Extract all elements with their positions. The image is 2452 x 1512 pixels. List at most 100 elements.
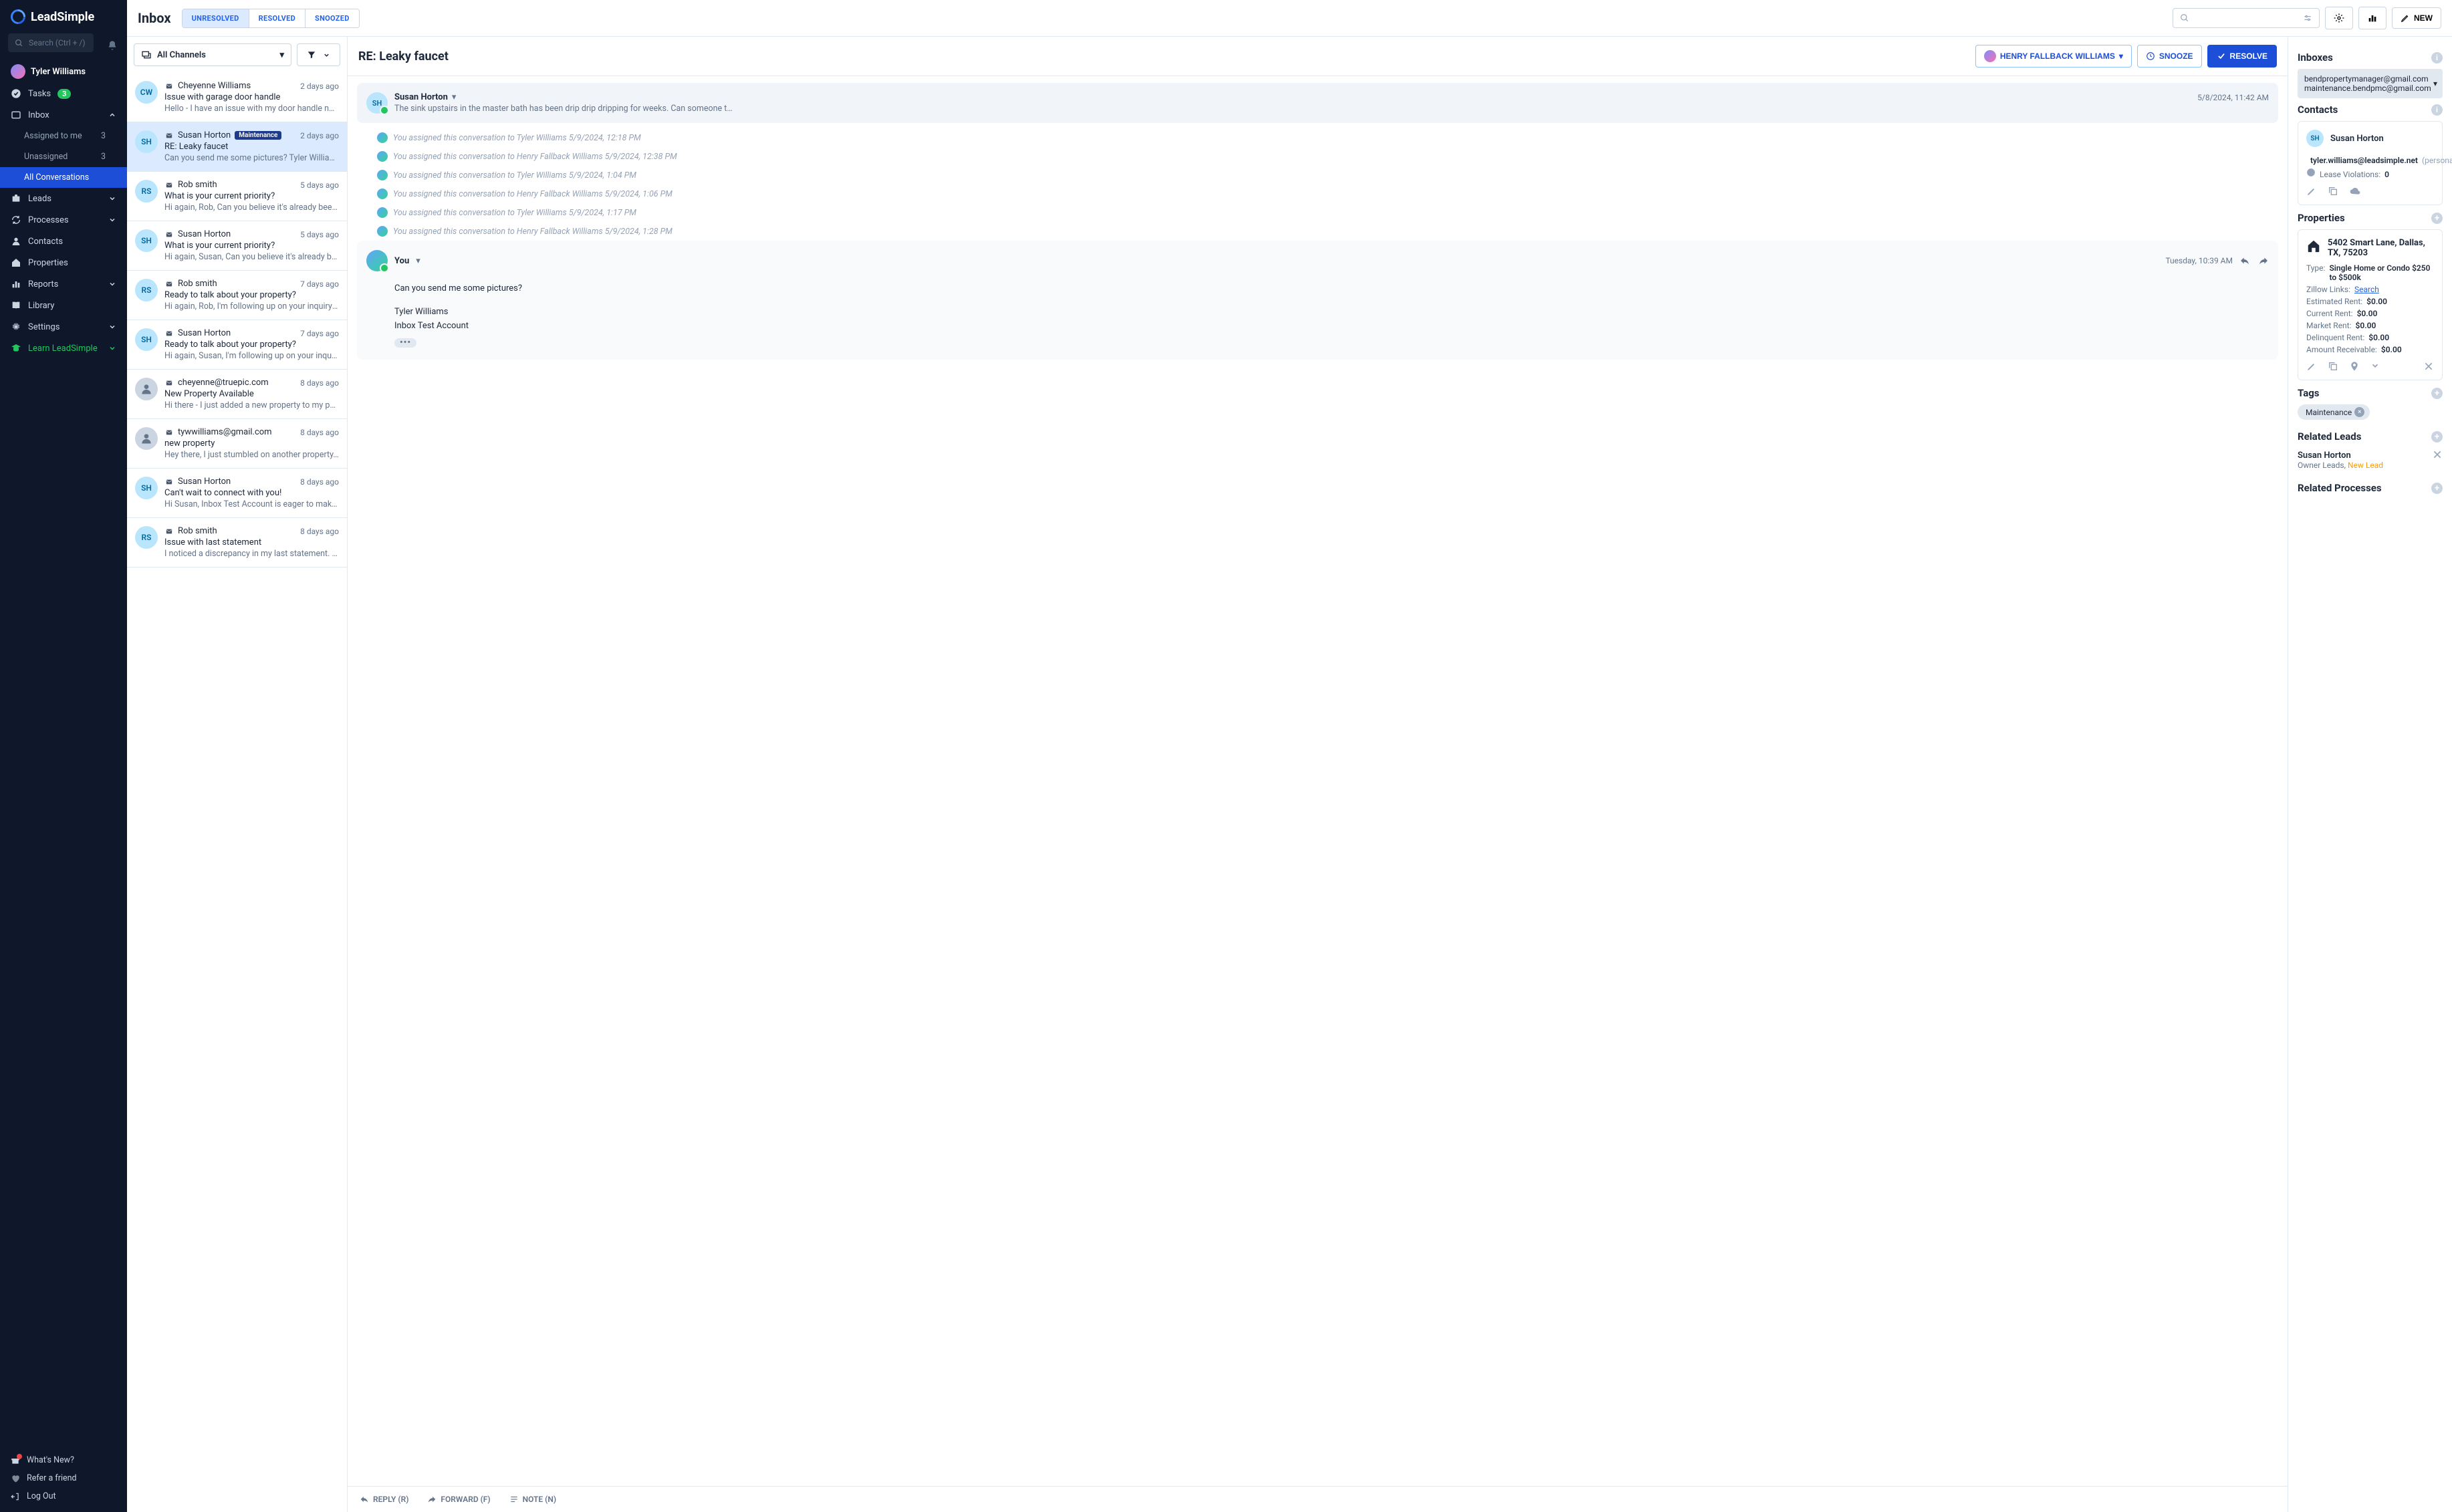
cloud-icon[interactable] <box>2349 186 2361 197</box>
close-icon[interactable] <box>2423 361 2434 372</box>
conversation-time: 5 days ago <box>300 230 339 239</box>
nav-settings[interactable]: Settings <box>0 316 127 338</box>
nav-whats-new[interactable]: What's New? <box>0 1451 127 1469</box>
info-icon[interactable]: i <box>2431 104 2443 116</box>
add-tag-button[interactable]: + <box>2431 388 2443 399</box>
remove-tag-button[interactable]: × <box>2354 407 2364 417</box>
top-search[interactable] <box>2173 8 2320 28</box>
assignee-button[interactable]: HENRY FALLBACK WILLIAMS ▾ <box>1975 45 2132 68</box>
nav-reports[interactable]: Reports <box>0 273 127 295</box>
audit-entry: You assigned this conversation to Henry … <box>357 222 2278 241</box>
reply-icon <box>360 1495 369 1504</box>
conversation-item[interactable]: CW Cheyenne Williams 2 days ago Issue wi… <box>127 73 347 122</box>
nav-processes[interactable]: Processes <box>0 209 127 231</box>
home-icon <box>11 257 21 268</box>
nav-contacts[interactable]: Contacts <box>0 231 127 252</box>
related-lead[interactable]: Susan Horton Owner Leads, New Lead <box>2298 448 2443 477</box>
analytics-button[interactable] <box>2358 7 2386 29</box>
sender-avatar <box>366 250 388 271</box>
expand-quote-button[interactable]: ••• <box>394 338 416 348</box>
nav-learn[interactable]: Learn LeadSimple <box>0 338 127 359</box>
caret-down-icon[interactable]: ▾ <box>416 256 420 266</box>
nav-all-conversations[interactable]: All Conversations <box>0 167 127 188</box>
zillow-search-link[interactable]: Search <box>2354 285 2379 294</box>
audit-entry: You assigned this conversation to Tyler … <box>357 128 2278 147</box>
conversation-preview: Hello - I have an issue with my door han… <box>164 104 339 114</box>
copy-icon[interactable] <box>2328 361 2338 372</box>
forward-icon[interactable] <box>2258 255 2269 266</box>
conversation-item[interactable]: SH Susan Horton 5 days ago What is your … <box>127 221 347 271</box>
edit-icon[interactable] <box>2306 361 2317 372</box>
chevron-down-icon[interactable] <box>2370 361 2380 372</box>
chevron-down-icon <box>108 195 116 203</box>
add-process-button[interactable]: + <box>2431 483 2443 494</box>
conversation-time: 8 days ago <box>300 378 339 388</box>
conversation-item[interactable]: tywwilliams@gmail.com 8 days ago new pro… <box>127 419 347 469</box>
new-button[interactable]: NEW <box>2392 7 2441 29</box>
note-button[interactable]: NOTE (N) <box>509 1495 556 1504</box>
caret-down-icon[interactable]: ▾ <box>452 92 457 102</box>
conversation-preview: Hi again, Susan, I'm following up on you… <box>164 351 339 361</box>
conversation-item[interactable]: RS Rob smith 5 days ago What is your cur… <box>127 172 347 221</box>
sidebar: LeadSimple Search (Ctrl + /) Tyler Willi… <box>0 0 127 1512</box>
conversation-subject: Issue with garage door handle <box>164 92 339 102</box>
add-lead-button[interactable]: + <box>2431 431 2443 443</box>
add-property-button[interactable]: + <box>2431 213 2443 224</box>
tab-snoozed[interactable]: SNOOZED <box>305 9 359 27</box>
conversation-avatar: CW <box>135 81 158 104</box>
sender-name: Susan Horton <box>394 92 448 102</box>
location-icon[interactable] <box>2349 361 2360 372</box>
nav-logout[interactable]: Log Out <box>0 1487 127 1505</box>
message-collapsed[interactable]: SH Susan Horton ▾ 5/8/2024, 11:42 AM The… <box>357 83 2278 123</box>
conversation-item[interactable]: cheyenne@truepic.com 8 days ago New Prop… <box>127 370 347 419</box>
pencil-icon <box>2401 13 2410 23</box>
nav-library[interactable]: Library <box>0 295 127 316</box>
conversation-subject: What is your current priority? <box>164 191 339 201</box>
reply-icon[interactable] <box>2239 255 2250 266</box>
snooze-button[interactable]: SNOOZE <box>2137 45 2202 68</box>
conversation-item[interactable]: SH Susan Horton Maintenance 2 days ago R… <box>127 122 347 172</box>
copy-icon[interactable] <box>2328 186 2338 197</box>
nav-refer[interactable]: Refer a friend <box>0 1469 127 1487</box>
nav-unassigned[interactable]: Unassigned 3 <box>0 146 127 167</box>
audit-avatar-icon <box>377 207 388 218</box>
nav-assigned-to-me[interactable]: Assigned to me 3 <box>0 126 127 146</box>
message-body: Can you send me some pictures? <box>394 282 2269 296</box>
thread-subject: RE: Leaky faucet <box>358 49 449 64</box>
conversation-avatar <box>135 378 158 400</box>
resolve-button[interactable]: RESOLVE <box>2207 45 2277 68</box>
filter-button[interactable] <box>297 43 340 66</box>
conversation-item[interactable]: SH Susan Horton 8 days ago Can't wait to… <box>127 469 347 518</box>
remove-lead-button[interactable] <box>2432 449 2443 460</box>
info-icon[interactable]: i <box>2431 52 2443 64</box>
nav-tasks[interactable]: Tasks 3 <box>0 83 127 104</box>
conversation-time: 8 days ago <box>300 428 339 437</box>
sidebar-search[interactable]: Search (Ctrl + /) <box>8 33 94 52</box>
conversation-item[interactable]: RS Rob smith 8 days ago Issue with last … <box>127 518 347 568</box>
conversation-item[interactable]: RS Rob smith 7 days ago Ready to talk ab… <box>127 271 347 320</box>
nav-properties[interactable]: Properties <box>0 252 127 273</box>
sliders-icon <box>2303 13 2312 23</box>
channel-filter[interactable]: All Channels ▾ <box>134 43 291 66</box>
sender-avatar: SH <box>366 92 388 114</box>
current-user[interactable]: Tyler Williams <box>0 57 127 83</box>
tab-resolved[interactable]: RESOLVED <box>249 9 305 27</box>
edit-icon[interactable] <box>2306 186 2317 197</box>
signature-line: Tyler Williams <box>394 305 2269 320</box>
inbox-selector[interactable]: bendpropertymanager@gmail.com maintenanc… <box>2298 69 2443 98</box>
tab-unresolved[interactable]: UNRESOLVED <box>182 9 249 27</box>
refresh-icon <box>11 215 21 225</box>
notifications-icon[interactable] <box>107 40 118 51</box>
properties-heading: Properties <box>2298 212 2345 224</box>
property-card: 5402 Smart Lane, Dallas, TX, 75203 Type:… <box>2298 229 2443 380</box>
logo[interactable]: LeadSimple <box>0 0 127 33</box>
chart-icon <box>11 279 21 289</box>
nav-leads[interactable]: Leads <box>0 188 127 209</box>
forward-button[interactable]: FORWARD (F) <box>427 1495 490 1504</box>
conversation-avatar: SH <box>135 130 158 153</box>
conversation-item[interactable]: SH Susan Horton 7 days ago Ready to talk… <box>127 320 347 370</box>
reply-button[interactable]: REPLY (R) <box>360 1495 408 1504</box>
nav-inbox[interactable]: Inbox <box>0 104 127 126</box>
settings-button[interactable] <box>2325 7 2353 29</box>
conversation-time: 2 days ago <box>300 131 339 140</box>
